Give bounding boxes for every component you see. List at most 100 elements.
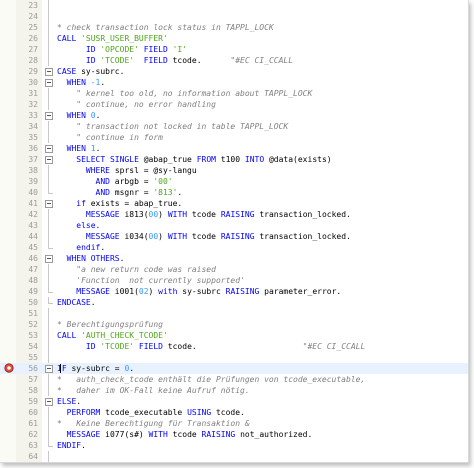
code-line[interactable]: 43 else. (0, 220, 468, 231)
fold-toggle-icon[interactable] (45, 200, 53, 208)
code-token: ENDCASE (57, 298, 91, 307)
line-number: 23 (28, 1, 38, 10)
code-token: 02 (138, 287, 149, 296)
line-number: 37 (28, 155, 38, 164)
code-text: ELSE. (57, 396, 81, 407)
code-line[interactable]: 29 CASE sy-subrc. (0, 66, 468, 77)
fold-toggle-icon[interactable] (45, 398, 53, 406)
code-line[interactable]: 53 CALL 'AUTH_CHECK_TCODE' (0, 330, 468, 341)
code-line[interactable]: 42 MESSAGE i813(00) WITH tcode RAISING t… (0, 209, 468, 220)
code-line[interactable]: 52 * Berechtigungsprüfung (0, 319, 468, 330)
code-token: sy-subrc (182, 287, 226, 296)
fold-toggle-icon[interactable] (45, 68, 53, 76)
code-line[interactable]: 30 WHEN -1. (0, 77, 468, 88)
code-line[interactable]: 34 " transaction not locked in table TAP… (0, 121, 468, 132)
fold-toggle-icon[interactable] (45, 365, 53, 373)
line-number: 60 (28, 408, 38, 417)
code-line[interactable]: 55 (0, 352, 468, 363)
code-line[interactable]: 47 "a new return code was raised (0, 264, 468, 275)
code-line[interactable]: 61 * Keine Berechtigung für Transaktion & (0, 418, 468, 429)
code-line[interactable]: 51 (0, 308, 468, 319)
code-token: i077(s#) (105, 430, 149, 439)
code-line[interactable]: 44 MESSAGE i034(00) WITH tcode RAISING t… (0, 231, 468, 242)
line-number: 54 (28, 342, 38, 351)
code-token: sy-subrc = (71, 364, 125, 373)
code-line[interactable]: 36 WHEN 1. (0, 143, 468, 154)
code-line[interactable]: 39 AND arbgb = '00' (0, 176, 468, 187)
fold-toggle-icon[interactable] (45, 255, 53, 263)
code-line[interactable]: 54 ID 'TCODE' FIELD tcode. "#EC CI_CCALL (0, 341, 468, 352)
code-line[interactable]: 25 * check transaction lock status in TAP… (0, 22, 468, 33)
code-text: WHEN 1. (57, 143, 101, 154)
code-line[interactable]: 60 PERFORM tcode_executable USING tcode. (0, 407, 468, 418)
code-text: ID 'TCODE' FIELD tcode. "#EC CI_CCALL (57, 55, 293, 66)
code-text: PERFORM tcode_executable USING tcode. (57, 407, 245, 418)
code-line[interactable]: 62 MESSAGE i077(s#) WITH tcode RAISING n… (0, 429, 468, 440)
fold-toggle-icon[interactable] (45, 156, 53, 164)
line-number: 45 (28, 243, 38, 252)
code-line[interactable]: 57 * auth_check_tcode enthält die Prüfung… (0, 374, 468, 385)
code-line[interactable]: 28 ID 'TCODE' FIELD tcode. "#EC CI_CCALL (0, 55, 468, 66)
code-line[interactable]: 33 WHEN 0. (0, 110, 468, 121)
line-number: 24 (28, 12, 38, 21)
line-number: 56 (28, 364, 38, 373)
line-number: 43 (28, 221, 38, 230)
code-editor[interactable]: 23 24 25 * check transaction lock status in… (0, 0, 469, 463)
code-line[interactable]: 37 SELECT SINGLE @abap_true FROM t100 IN… (0, 154, 468, 165)
code-line[interactable]: 48 'Function not currently supported' (0, 275, 468, 286)
code-line[interactable]: 40 AND msgnr = '813'. (0, 187, 468, 198)
code-token: . (95, 221, 101, 230)
fold-toggle-icon[interactable] (45, 112, 53, 120)
code-line[interactable]: 64 (0, 451, 468, 462)
code-line[interactable]: 58 * daher im OK-Fall keine Aufruf nötig. (0, 385, 468, 396)
code-line[interactable]: 50 ENDCASE. (0, 297, 468, 308)
code-text: CASE sy-subrc. (57, 66, 124, 77)
fold-guide-line (48, 451, 49, 462)
code-line[interactable]: 24 (0, 11, 468, 22)
fold-guide-line (48, 22, 49, 33)
code-line[interactable]: 65 ENDFUNCTION. (0, 462, 468, 463)
code-line[interactable]: 56 IF sy-subrc = 0. (0, 363, 468, 374)
code-text: MESSAGE i813(00) WITH tcode RAISING tran… (57, 209, 351, 220)
fold-toggle-icon[interactable] (45, 79, 53, 87)
code-line[interactable]: 41 if exists = abap_true. (0, 198, 468, 209)
code-token: tcode_executable (105, 408, 188, 417)
line-number: 64 (28, 452, 38, 461)
code-token: t100 (220, 155, 245, 164)
fold-guide-line (48, 165, 49, 176)
code-line[interactable]: 23 (0, 0, 468, 11)
breakpoint-icon[interactable] (4, 363, 14, 373)
fold-guide-line (48, 55, 49, 66)
code-line[interactable]: 31 " kernel too old, no information abou… (0, 88, 468, 99)
code-token: ID (85, 342, 101, 351)
code-text: WHEN 0. (57, 110, 101, 121)
fold-guide-line (48, 319, 49, 330)
code-line[interactable]: 46 WHEN OTHERS. (0, 253, 468, 264)
line-number: 53 (28, 331, 38, 340)
code-token: "#EC CI_CCALL (302, 342, 366, 351)
code-line[interactable]: 26 CALL 'SUSR_USER_BUFFER' (0, 33, 468, 44)
fold-guide-line (48, 99, 49, 110)
code-line[interactable]: 32 " continue, no error handling (0, 99, 468, 110)
code-line[interactable]: 59 ELSE. (0, 396, 468, 407)
code-token: CALL (57, 34, 82, 43)
code-line[interactable]: 35 " continue in form (0, 132, 468, 143)
code-text: "a new return code was raised (57, 264, 216, 275)
code-token: transaction_locked. (259, 210, 351, 219)
code-token: FROM (196, 155, 221, 164)
fold-guide-line (48, 418, 49, 429)
fold-toggle-icon[interactable] (45, 145, 53, 153)
code-line[interactable]: 63 ENDIF. (0, 440, 468, 451)
code-token: . (129, 364, 135, 373)
code-token: . (76, 397, 82, 406)
code-token: WITH (167, 210, 192, 219)
code-line[interactable]: 45 endif. (0, 242, 468, 253)
code-line[interactable]: 49 MESSAGE i001(02) with sy-subrc RAISIN… (0, 286, 468, 297)
code-line[interactable]: 38 WHERE sprsl = @sy-langu (0, 165, 468, 176)
code-line[interactable]: 27 ID 'OPCODE' FIELD 'I' (0, 44, 468, 55)
